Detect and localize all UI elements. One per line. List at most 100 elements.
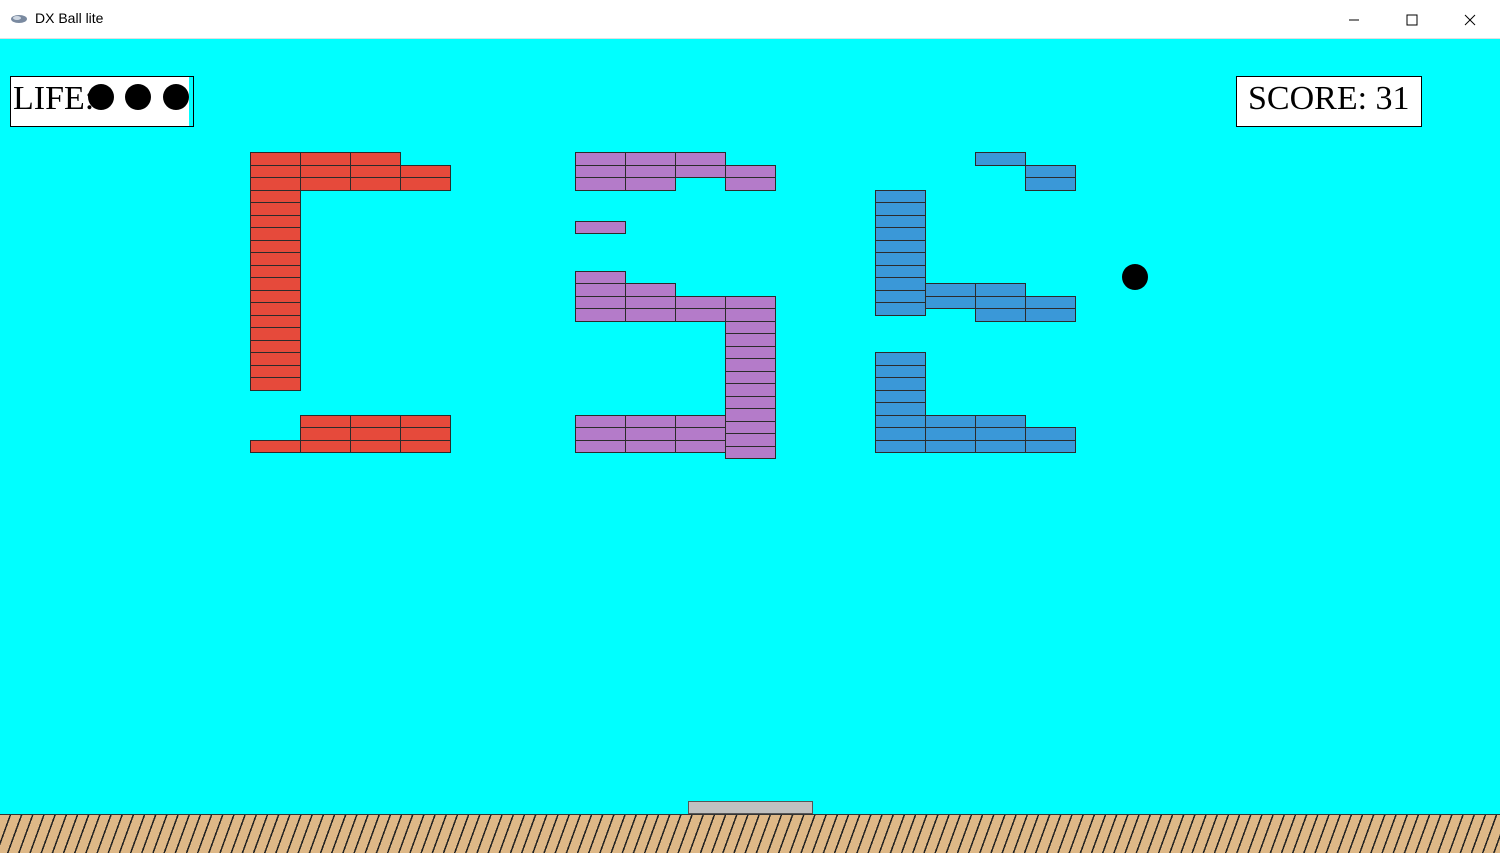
brick-red (250, 439, 301, 453)
minimize-icon (1349, 19, 1359, 20)
brick-red (400, 414, 451, 428)
brick-blue (1025, 439, 1076, 453)
brick-blue (975, 414, 1026, 428)
brick-purple (675, 414, 726, 428)
brick-blue (875, 239, 926, 253)
brick-purple (575, 295, 626, 310)
close-button[interactable] (1441, 0, 1499, 39)
brick-blue (875, 289, 926, 303)
brick-purple (575, 152, 626, 166)
brick-blue (925, 427, 976, 441)
brick-blue (1025, 295, 1076, 310)
window-title: DX Ball lite (35, 10, 104, 26)
brick-purple (725, 320, 776, 335)
brick-red (250, 277, 301, 291)
brick-blue (1025, 308, 1076, 322)
brick-blue (875, 402, 926, 416)
brick-blue (875, 414, 926, 428)
minimize-button[interactable] (1325, 0, 1383, 39)
brick-blue (875, 189, 926, 203)
brick-blue (875, 214, 926, 228)
brick-purple (575, 427, 626, 441)
brick-blue (975, 152, 1026, 166)
brick-blue (975, 295, 1026, 310)
brick-red (350, 164, 401, 178)
ground-floor (0, 814, 1500, 853)
brick-purple (575, 270, 626, 285)
brick-purple (725, 308, 776, 322)
brick-red (250, 202, 301, 216)
game-canvas[interactable]: LIFE: SCORE: 31 (0, 39, 1500, 853)
brick-blue (875, 389, 926, 403)
brick-blue (875, 264, 926, 278)
brick-purple (725, 408, 776, 422)
paddle[interactable] (688, 801, 813, 814)
brick-red (250, 327, 301, 341)
brick-blue (875, 427, 926, 441)
brick-purple (675, 152, 726, 166)
brick-purple (725, 177, 776, 191)
brick-blue (925, 283, 976, 297)
brick-blue (925, 439, 976, 453)
brick-purple (575, 439, 626, 453)
brick-blue (975, 308, 1026, 322)
title-bar: DX Ball lite (0, 0, 1500, 39)
brick-blue (875, 227, 926, 241)
brick-red (250, 164, 301, 178)
brick-purple (675, 427, 726, 441)
dx-ball-app-icon (11, 15, 27, 23)
brick-red (400, 177, 451, 191)
brick-red (250, 352, 301, 366)
brick-purple (575, 308, 626, 322)
brick-red (250, 189, 301, 203)
brick-blue (1025, 164, 1076, 178)
brick-red (400, 164, 451, 178)
brick-purple (575, 414, 626, 428)
life-ball-icon (163, 84, 189, 110)
brick-blue (975, 427, 1026, 441)
brick-purple (625, 164, 676, 178)
brick-red (250, 177, 301, 191)
brick-purple (725, 383, 776, 397)
brick-blue (1025, 177, 1076, 191)
brick-blue (875, 252, 926, 266)
brick-red (250, 152, 301, 166)
brick-purple (725, 395, 776, 410)
brick-red (300, 177, 351, 191)
brick-blue (1025, 427, 1076, 441)
brick-red (300, 164, 351, 178)
brick-blue (975, 283, 1026, 297)
brick-purple (575, 177, 626, 191)
brick-red (350, 427, 401, 441)
brick-blue (875, 202, 926, 216)
brick-blue (925, 295, 976, 310)
brick-purple (725, 164, 776, 178)
ball (1122, 264, 1148, 290)
brick-red (300, 414, 351, 428)
brick-red (250, 252, 301, 266)
brick-blue (875, 302, 926, 316)
brick-purple (675, 164, 726, 178)
brick-red (250, 302, 301, 316)
brick-purple (725, 345, 776, 360)
brick-blue (875, 377, 926, 391)
brick-purple (725, 445, 776, 460)
brick-blue (875, 364, 926, 378)
brick-red (250, 314, 301, 328)
brick-purple (725, 420, 776, 435)
maximize-button[interactable] (1383, 0, 1441, 39)
brick-blue (875, 352, 926, 366)
brick-red (350, 177, 401, 191)
brick-purple (625, 283, 676, 297)
brick-red (250, 289, 301, 303)
close-icon (1464, 14, 1476, 25)
life-panel: LIFE: (10, 76, 194, 127)
brick-red (400, 427, 451, 441)
brick-red (250, 239, 301, 253)
brick-purple (625, 414, 676, 428)
maximize-icon (1406, 14, 1418, 25)
life-label: LIFE: (13, 80, 95, 117)
score-text: SCORE: 31 (1248, 80, 1410, 117)
brick-purple (625, 439, 676, 453)
brick-red (300, 427, 351, 441)
